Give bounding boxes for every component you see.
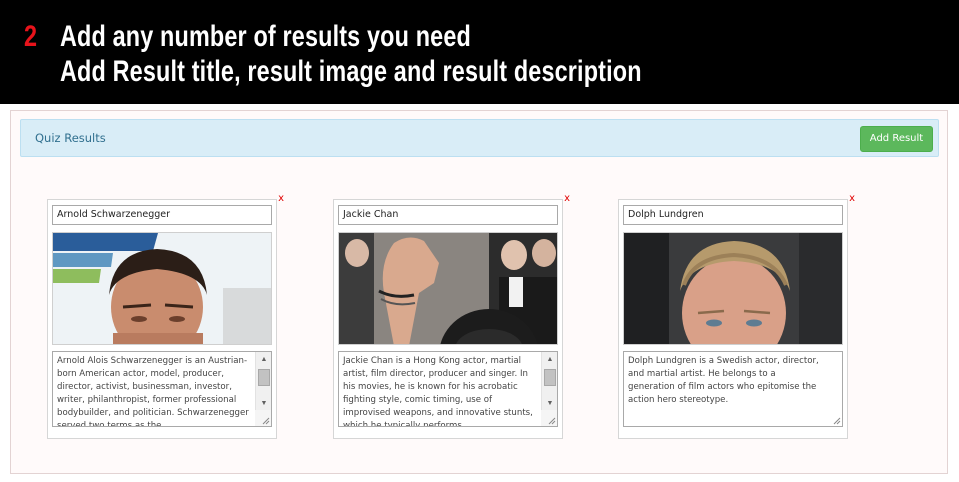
result-image [623,232,843,345]
resize-grip-icon[interactable] [541,410,557,426]
description-scrollbar[interactable]: ▲ ▼ [255,352,271,412]
result-image-photo [339,233,557,344]
result-card: x Jackie Chan Jackie Chan is a Hong Kong… [333,194,570,439]
result-card: x Arnold Schwarzenegger Arnold Alois Sch… [47,194,284,439]
result-description-text: Dolph Lundgren is a Swedish actor, direc… [628,356,819,405]
result-title-input[interactable]: Arnold Schwarzenegger [52,205,272,225]
result-description-text: Jackie Chan is a Hong Kong actor, martia… [343,356,533,427]
scroll-down-arrow-icon[interactable]: ▼ [542,397,557,411]
quiz-results-panel: Quiz Results Add Result x Arnold Schwarz… [10,110,948,474]
scroll-thumb[interactable] [544,369,556,386]
panel-title: Quiz Results [35,131,106,145]
result-description-textarea[interactable]: Jackie Chan is a Hong Kong actor, martia… [338,351,558,427]
resize-grip-icon[interactable] [826,410,842,426]
result-description-text: Arnold Alois Schwarzenegger is an Austri… [57,356,249,427]
remove-result-close-icon[interactable]: x [564,194,570,204]
result-description-textarea[interactable]: Dolph Lundgren is a Swedish actor, direc… [623,351,843,427]
result-title-input[interactable]: Dolph Lundgren [623,205,843,225]
banner-heading-line-2: Add Result title, result image and resul… [60,55,642,88]
result-description-textarea[interactable]: Arnold Alois Schwarzenegger is an Austri… [52,351,272,427]
resize-grip-icon[interactable] [255,410,271,426]
remove-result-close-icon[interactable]: x [849,194,855,204]
instruction-banner: 2 Add any number of results you need Add… [0,0,959,104]
remove-result-close-icon[interactable]: x [278,194,284,204]
step-number: 2 [24,20,38,53]
add-result-button[interactable]: Add Result [860,126,933,152]
scroll-down-arrow-icon[interactable]: ▼ [256,397,271,411]
result-image-photo [53,233,271,344]
scroll-up-arrow-icon[interactable]: ▲ [256,353,271,367]
result-image [52,232,272,345]
description-scrollbar[interactable]: ▲ ▼ [541,352,557,412]
scroll-thumb[interactable] [258,369,270,386]
result-image [338,232,558,345]
result-title-input[interactable]: Jackie Chan [338,205,558,225]
result-image-photo [624,233,842,344]
scroll-up-arrow-icon[interactable]: ▲ [542,353,557,367]
banner-heading-line-1: Add any number of results you need [60,20,471,53]
result-card: x Dolph Lundgren Dolph Lundgren is a Swe… [618,194,855,439]
panel-header: Quiz Results Add Result [20,119,939,157]
